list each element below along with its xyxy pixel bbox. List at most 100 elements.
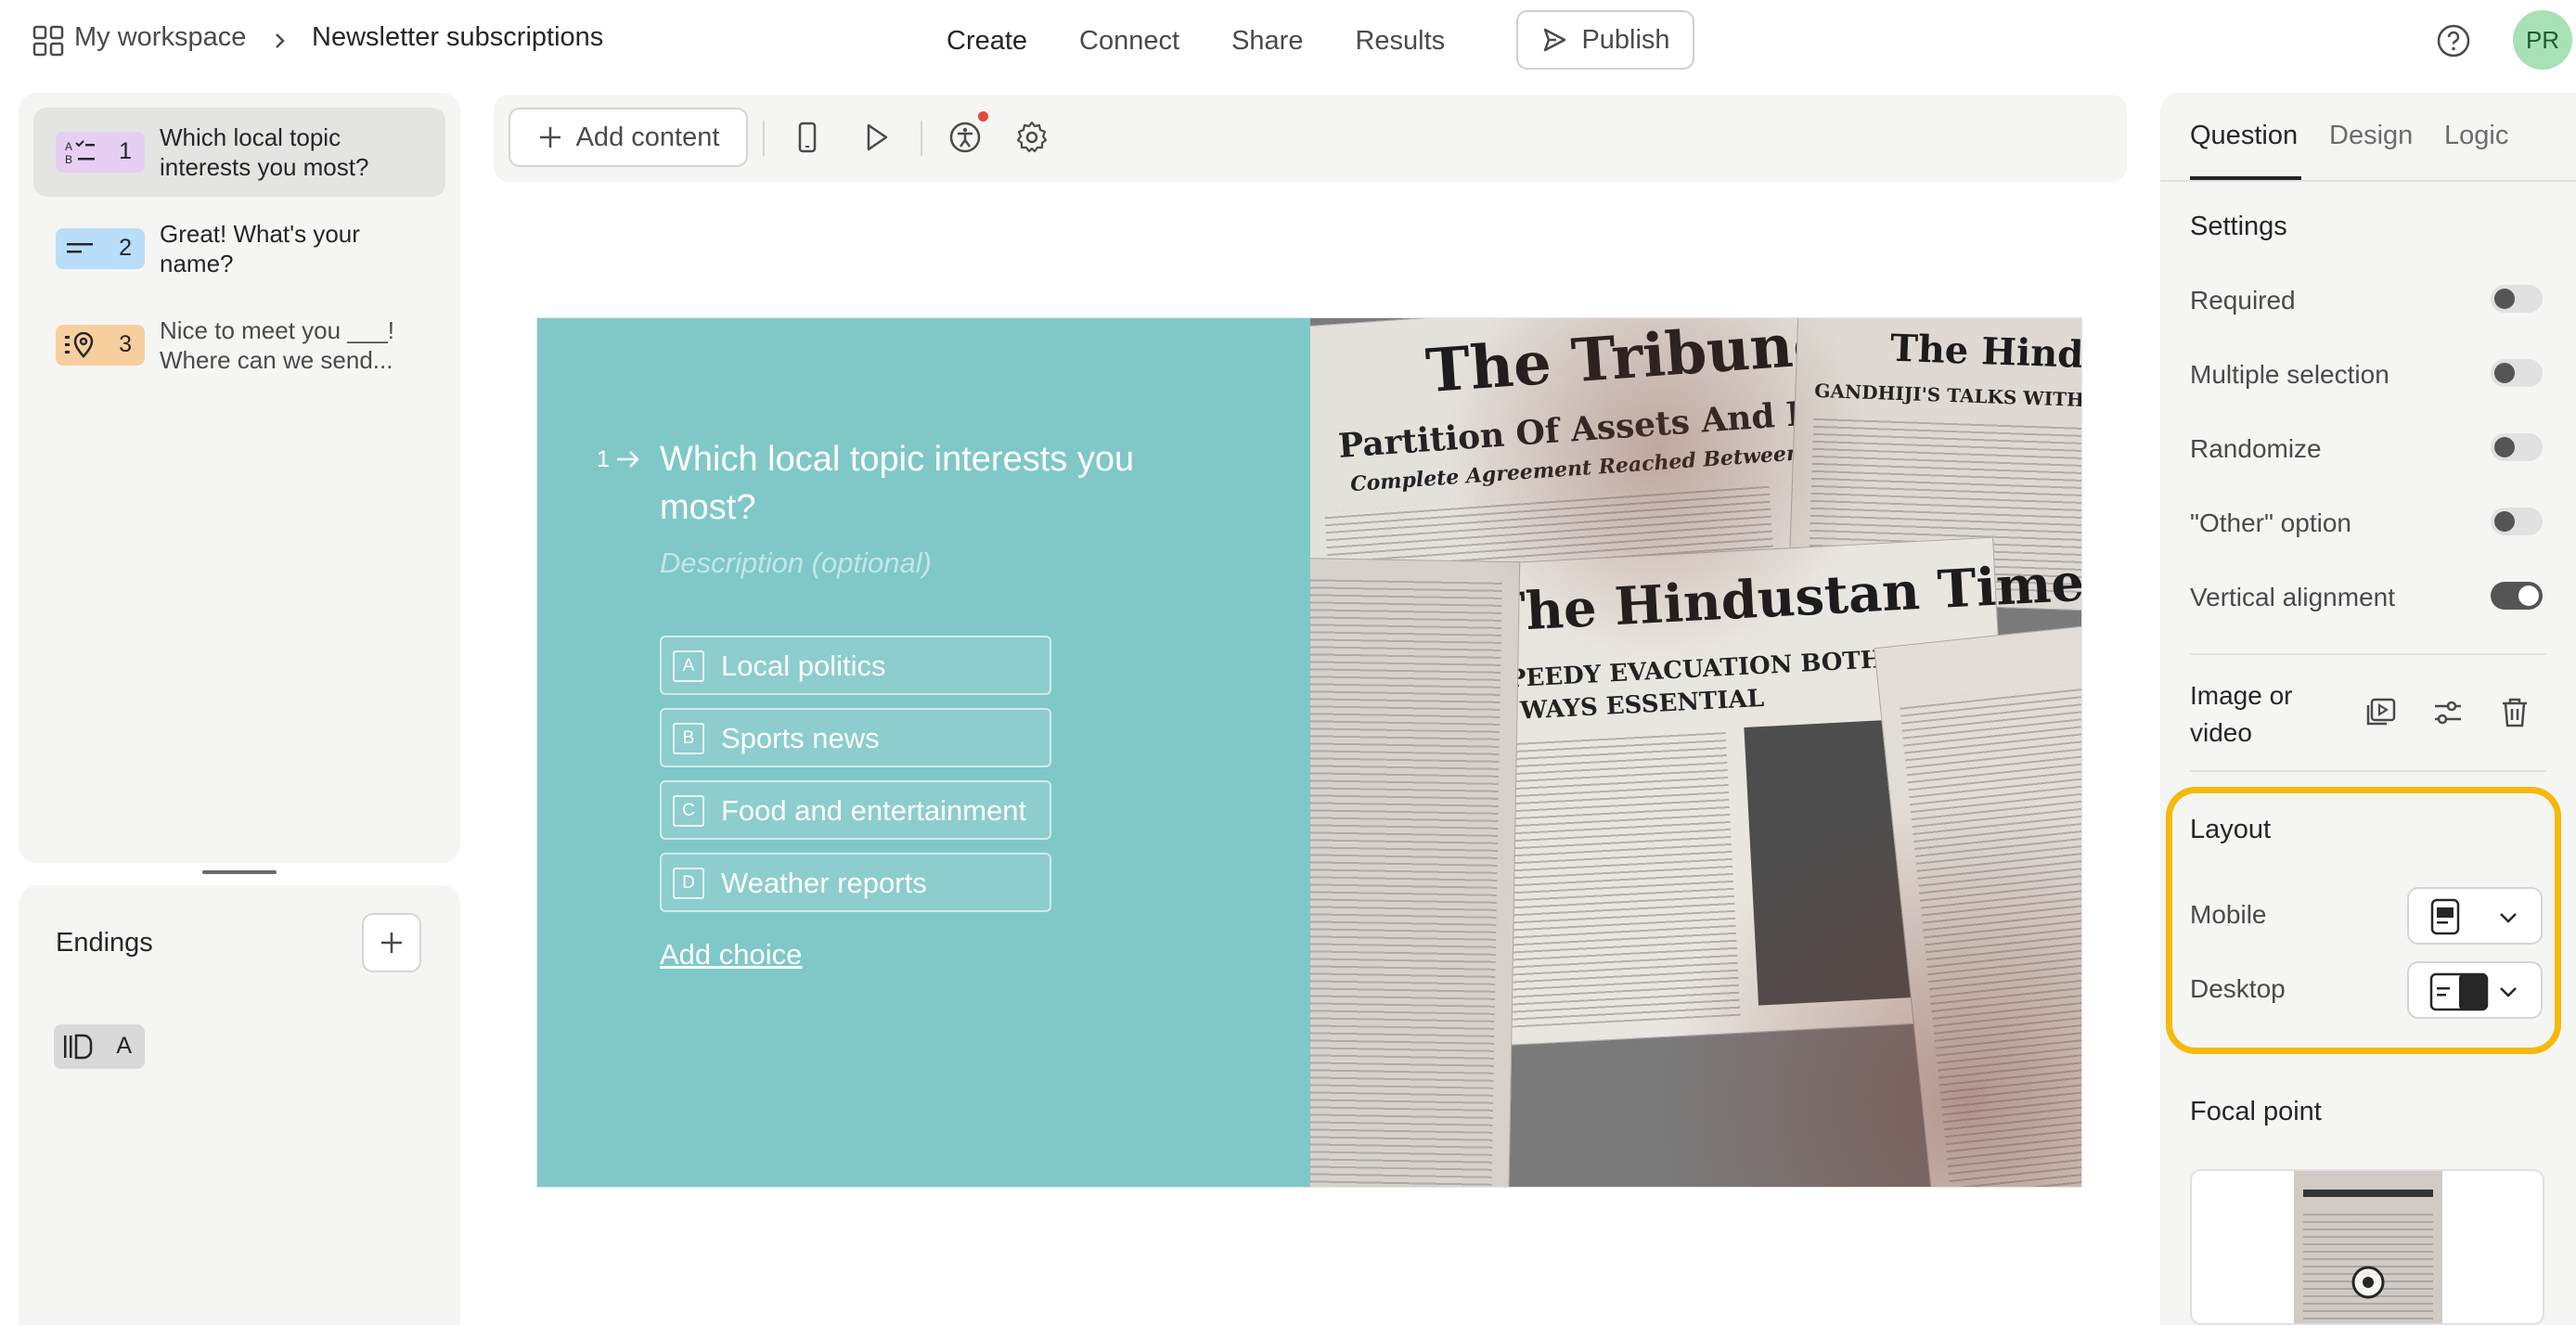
endings-panel: Endings A [19,885,460,1325]
breadcrumb-form-name[interactable]: Newsletter subscriptions [312,22,603,53]
help-icon[interactable] [2435,22,2472,59]
tab-logic[interactable]: Logic [2444,121,2508,151]
main-nav: Create Connect Share Results [947,0,1497,82]
question-item-1[interactable]: A B 1 Which local topic interests you mo… [33,108,445,197]
trash-icon[interactable] [2496,694,2533,731]
setting-required-label: Required [2190,286,2296,315]
ending-item-a[interactable]: A [54,1024,145,1069]
workspace-grid-icon[interactable] [32,24,65,58]
question-item-2[interactable]: 2 Great! What's your name? [33,204,445,293]
required-toggle[interactable] [2491,285,2543,313]
add-content-button[interactable]: Add content [509,108,748,167]
settings-title: Settings [2190,212,2287,241]
focal-point-picker[interactable] [2190,1169,2544,1325]
active-tab-indicator [2190,176,2301,180]
choice-c[interactable]: C Food and entertainment [660,780,1051,840]
mobile-preview-icon[interactable] [789,119,826,156]
setting-other-option-label: "Other" option [2190,508,2351,537]
question-title[interactable]: Which local topic interests you most? [660,435,1179,532]
send-icon [1544,28,1566,52]
notification-dot [978,111,988,122]
ending-screen-icon [64,1034,93,1060]
add-ending-button[interactable] [362,913,421,972]
avatar[interactable]: PR [2513,10,2572,70]
nav-connect[interactable]: Connect [1079,26,1179,57]
svg-text:A: A [65,140,72,153]
question-text: Nice to meet you ___! Where can we send.… [160,316,394,374]
ending-label: A [116,1033,132,1059]
publish-button[interactable]: Publish [1516,10,1694,70]
tab-question[interactable]: Question [2190,121,2298,151]
play-icon[interactable] [857,119,895,156]
layout-highlight-outline [2166,787,2561,1054]
nav-share[interactable]: Share [1231,26,1303,57]
question-text: Great! What's your name? [160,220,360,277]
question-number: 1 [597,446,610,472]
question-item-3[interactable]: 3 Nice to meet you ___! Where can we sen… [33,301,445,390]
question-number: 3 [119,331,132,357]
thumbnail-masthead [2303,1190,2433,1197]
choice-label: Sports news [721,722,880,754]
question-preview: 1 Which local topic interests you most? … [536,317,2082,1188]
endings-title: Endings [56,928,153,958]
choice-a[interactable]: A Local politics [660,636,1051,695]
image-or-video-label: Image or video [2190,681,2293,747]
question-number: 2 [119,235,132,261]
question-badge: 2 [56,228,145,269]
question-badge: 3 [56,325,145,366]
choice-d[interactable]: D Weather reports [660,853,1051,912]
focal-thumbnail [2294,1171,2442,1323]
address-icon [65,332,94,358]
setting-randomize-label: Randomize [2190,434,2322,463]
add-content-label: Add content [575,122,720,152]
multiple-choice-icon: A B [65,140,95,165]
multiple-selection-toggle[interactable] [2491,359,2543,387]
question-list-panel: A B 1 Which local topic interests you mo… [19,93,460,863]
publish-label: Publish [1581,24,1670,55]
question-badge: A B 1 [56,132,145,173]
setting-vertical-alignment-label: Vertical alignment [2190,583,2396,611]
choice-key: C [673,795,704,827]
replace-media-icon[interactable] [2363,694,2400,731]
focal-point-marker-icon[interactable] [2350,1264,2387,1301]
choice-label: Food and entertainment [721,794,1027,827]
choice-key: A [673,650,704,682]
section-divider [2190,770,2546,772]
top-bar: My workspace Newsletter subscriptions Cr… [0,0,2576,82]
description-input[interactable]: Description (optional) [660,547,932,580]
tab-design[interactable]: Design [2329,121,2413,151]
choice-b[interactable]: B Sports news [660,708,1051,767]
arrow-right-icon [617,451,639,468]
breadcrumb-workspace[interactable]: My workspace [74,22,246,53]
svg-text:B: B [65,153,72,165]
accessibility-icon[interactable] [947,119,984,156]
preview-content-area: 1 Which local topic interests you most? … [537,318,1310,1187]
setting-multiple-selection-label: Multiple selection [2190,360,2389,389]
randomize-toggle[interactable] [2491,433,2543,461]
canvas-toolbar: Add content [494,95,2127,182]
nav-results[interactable]: Results [1355,26,1445,57]
add-choice-link[interactable]: Add choice [660,938,802,971]
choice-key: B [673,723,704,754]
image-vignette [1310,318,2081,1187]
choice-label: Weather reports [721,867,927,899]
adjust-sliders-icon[interactable] [2429,694,2467,731]
toolbar-divider [763,121,765,156]
newspaper-image: The Tribune Partition Of Assets And Liab… [1310,318,2081,1187]
panel-tabs: Question Design Logic [2160,93,2576,182]
gear-icon[interactable] [1013,119,1050,156]
plus-icon [539,127,560,148]
chevron-right-icon [276,33,285,48]
question-text: Which local topic interests you most? [160,123,369,181]
choice-key: D [673,868,704,899]
choice-label: Local politics [721,650,886,682]
question-number: 1 [119,138,132,164]
section-divider [2190,653,2546,655]
nav-create[interactable]: Create [947,26,1027,57]
other-option-toggle[interactable] [2491,508,2543,535]
toolbar-divider [921,121,922,156]
panel-resize-handle[interactable] [202,870,277,874]
focal-point-title: Focal point [2190,1097,2322,1126]
short-text-icon [67,243,93,253]
vertical-alignment-toggle[interactable] [2491,582,2543,610]
